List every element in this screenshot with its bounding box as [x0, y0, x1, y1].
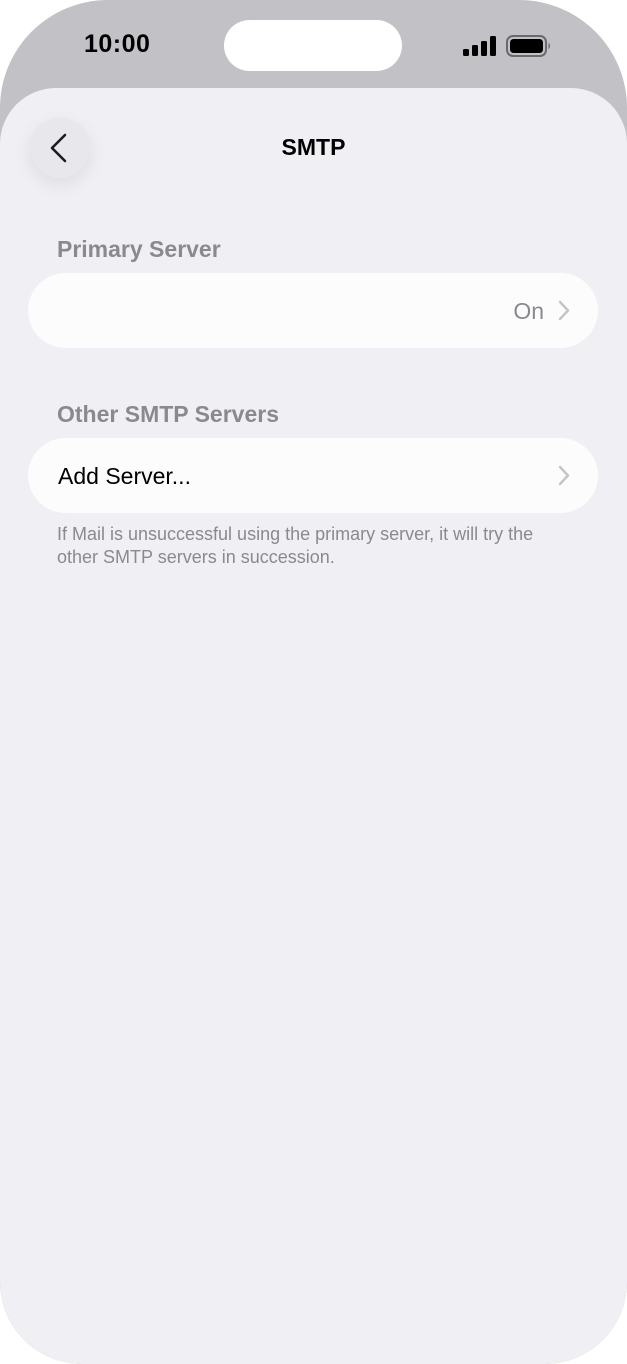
battery-full-icon: [506, 35, 550, 57]
smtp-footer-note: If Mail is unsuccessful using the primar…: [57, 524, 534, 567]
primary-server-status: On: [513, 298, 544, 324]
chevron-right-icon: [558, 300, 570, 321]
primary-server-header: Primary Server: [57, 236, 221, 262]
other-servers-header: Other SMTP Servers: [57, 401, 280, 427]
settings-screen: SMTP Primary Server On Other SMTP Server…: [0, 88, 627, 1364]
status-time: 10:00: [84, 30, 151, 58]
cellular-signal-icon: [463, 36, 496, 56]
chevron-right-icon: [558, 465, 570, 486]
page-title: SMTP: [281, 134, 346, 160]
add-server-label: Add Server...: [58, 463, 191, 489]
status-bar: 10:00: [0, 0, 627, 90]
add-server-button[interactable]: Add Server...: [28, 438, 598, 513]
primary-server-row[interactable]: On: [28, 273, 598, 348]
dynamic-island: [224, 20, 402, 71]
device-frame: 10:00 SMTP Primary Server On Other SMTP …: [0, 0, 627, 1364]
